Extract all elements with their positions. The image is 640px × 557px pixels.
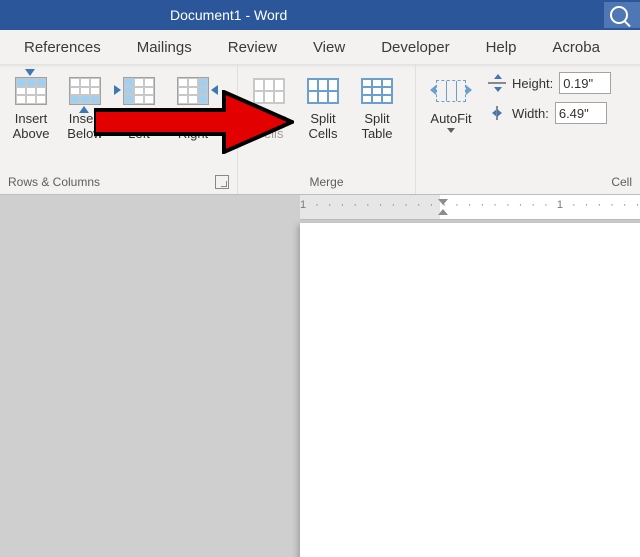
label-line2: Cells	[309, 127, 338, 142]
tab-developer[interactable]: Developer	[363, 30, 467, 64]
split-table-icon	[361, 78, 393, 104]
tab-review[interactable]: Review	[210, 30, 295, 64]
label-line1: Insert	[69, 112, 102, 127]
merge-cells-icon	[253, 78, 285, 104]
tab-view[interactable]: View	[295, 30, 363, 64]
autofit-icon	[436, 80, 466, 102]
group-label-merge: Merge	[309, 175, 343, 189]
height-label: Height:	[512, 76, 553, 91]
insert-right-icon	[177, 77, 209, 105]
insert-above-button[interactable]: Insert Above	[4, 68, 58, 142]
rows-columns-dialog-launcher[interactable]	[215, 175, 229, 189]
search-box[interactable]	[604, 2, 640, 28]
group-label-cell-size: Cell	[611, 175, 632, 189]
group-merge: Merge Cells Split Cells	[238, 64, 416, 194]
insert-right-button[interactable]: Insert Right	[166, 68, 220, 142]
window-title: Document1 - Word	[170, 7, 287, 23]
label-line2: Above	[13, 127, 50, 142]
group-rows-columns: Insert Above Insert Below	[0, 64, 238, 194]
width-icon	[488, 104, 506, 122]
height-icon	[488, 74, 506, 92]
ribbon: Insert Above Insert Below	[0, 64, 640, 195]
search-icon	[610, 6, 628, 24]
tab-mailings[interactable]: Mailings	[119, 30, 210, 64]
width-label: Width:	[512, 106, 549, 121]
split-cells-icon	[307, 78, 339, 104]
page[interactable]	[300, 223, 640, 557]
label-line2: Below	[67, 127, 102, 142]
label-line1: Merge	[251, 112, 288, 127]
insert-above-icon	[15, 77, 47, 105]
insert-below-icon	[69, 77, 101, 105]
label-line2: Cells	[255, 127, 284, 142]
group-label-rows-columns: Rows & Columns	[8, 175, 100, 189]
merge-cells-button: Merge Cells	[242, 68, 296, 142]
group-cell-size: AutoFit Height: Width: Cell	[416, 64, 640, 194]
tab-acrobat[interactable]: Acroba	[534, 30, 604, 64]
split-cells-button[interactable]: Split Cells	[296, 68, 350, 142]
label-line1: Split	[364, 112, 389, 127]
label-line1: Insert	[123, 112, 156, 127]
tab-references[interactable]: References	[6, 30, 119, 64]
height-input[interactable]	[559, 72, 611, 94]
label-line1: Insert	[177, 112, 210, 127]
width-input[interactable]	[555, 102, 607, 124]
horizontal-ruler[interactable]: 1 · · · · · · · · · · · · · · · · · · · …	[300, 195, 640, 220]
label-line1: Insert	[15, 112, 48, 127]
chevron-down-icon	[447, 128, 455, 133]
label-line2: Table	[361, 127, 392, 142]
ruler-marks: 1 · · · · · · · · · · · · · · · · · · · …	[300, 199, 640, 211]
insert-left-icon	[123, 77, 155, 105]
tab-help[interactable]: Help	[468, 30, 535, 64]
insert-left-button[interactable]: Insert Left	[112, 68, 166, 142]
ribbon-tabs: References Mailings Review View Develope…	[0, 30, 640, 64]
insert-below-button[interactable]: Insert Below	[58, 68, 112, 142]
label-line2: Right	[178, 127, 208, 142]
split-table-button[interactable]: Split Table	[350, 68, 404, 142]
label-line1: AutoFit	[430, 112, 471, 127]
label-line1: Split	[310, 112, 335, 127]
label-line2: Left	[128, 127, 150, 142]
document-area: 1 · · · · · · · · · · · · · · · · · · · …	[0, 195, 640, 557]
title-bar: Document1 - Word	[0, 0, 640, 30]
autofit-button[interactable]: AutoFit	[420, 68, 482, 133]
